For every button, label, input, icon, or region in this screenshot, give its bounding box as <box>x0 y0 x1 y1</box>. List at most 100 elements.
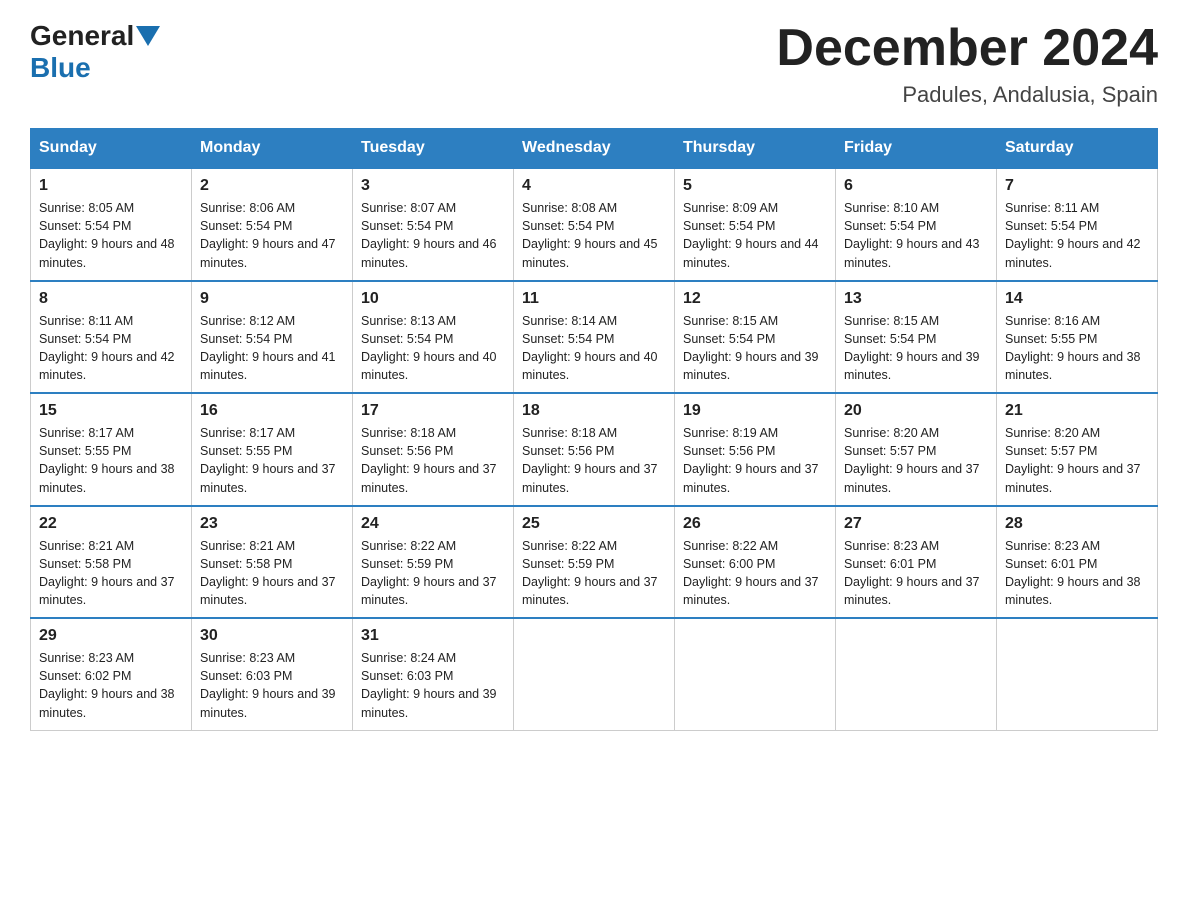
day-number: 17 <box>361 402 505 420</box>
day-number: 29 <box>39 627 183 645</box>
day-info: Sunrise: 8:12 AMSunset: 5:54 PMDaylight:… <box>200 314 336 382</box>
day-number: 7 <box>1005 177 1149 195</box>
day-number: 15 <box>39 402 183 420</box>
calendar-day-cell <box>514 618 675 730</box>
calendar-header-row: SundayMondayTuesdayWednesdayThursdayFrid… <box>31 129 1158 169</box>
calendar-day-cell <box>675 618 836 730</box>
day-number: 2 <box>200 177 344 195</box>
day-info: Sunrise: 8:24 AMSunset: 6:03 PMDaylight:… <box>361 651 497 719</box>
day-info: Sunrise: 8:06 AMSunset: 5:54 PMDaylight:… <box>200 201 336 269</box>
calendar-day-cell: 29 Sunrise: 8:23 AMSunset: 6:02 PMDaylig… <box>31 618 192 730</box>
day-number: 20 <box>844 402 988 420</box>
calendar-title: December 2024 <box>776 20 1158 77</box>
day-number: 8 <box>39 290 183 308</box>
day-number: 9 <box>200 290 344 308</box>
day-number: 18 <box>522 402 666 420</box>
calendar-week-row: 1 Sunrise: 8:05 AMSunset: 5:54 PMDayligh… <box>31 168 1158 281</box>
calendar-day-cell: 1 Sunrise: 8:05 AMSunset: 5:54 PMDayligh… <box>31 168 192 281</box>
calendar-day-cell: 30 Sunrise: 8:23 AMSunset: 6:03 PMDaylig… <box>192 618 353 730</box>
day-info: Sunrise: 8:09 AMSunset: 5:54 PMDaylight:… <box>683 201 819 269</box>
calendar-day-cell: 24 Sunrise: 8:22 AMSunset: 5:59 PMDaylig… <box>353 506 514 619</box>
day-info: Sunrise: 8:07 AMSunset: 5:54 PMDaylight:… <box>361 201 497 269</box>
day-number: 19 <box>683 402 827 420</box>
day-number: 24 <box>361 515 505 533</box>
calendar-day-cell: 15 Sunrise: 8:17 AMSunset: 5:55 PMDaylig… <box>31 393 192 506</box>
calendar-subtitle: Padules, Andalusia, Spain <box>776 82 1158 108</box>
day-info: Sunrise: 8:16 AMSunset: 5:55 PMDaylight:… <box>1005 314 1141 382</box>
calendar-week-row: 29 Sunrise: 8:23 AMSunset: 6:02 PMDaylig… <box>31 618 1158 730</box>
day-number: 16 <box>200 402 344 420</box>
logo-general-text: General <box>30 20 134 52</box>
day-info: Sunrise: 8:11 AMSunset: 5:54 PMDaylight:… <box>39 314 175 382</box>
day-info: Sunrise: 8:22 AMSunset: 5:59 PMDaylight:… <box>522 539 658 607</box>
calendar-header-sunday: Sunday <box>31 129 192 169</box>
day-info: Sunrise: 8:15 AMSunset: 5:54 PMDaylight:… <box>683 314 819 382</box>
calendar-day-cell: 3 Sunrise: 8:07 AMSunset: 5:54 PMDayligh… <box>353 168 514 281</box>
day-number: 11 <box>522 290 666 308</box>
day-number: 13 <box>844 290 988 308</box>
day-number: 21 <box>1005 402 1149 420</box>
day-number: 14 <box>1005 290 1149 308</box>
calendar-day-cell: 26 Sunrise: 8:22 AMSunset: 6:00 PMDaylig… <box>675 506 836 619</box>
day-info: Sunrise: 8:18 AMSunset: 5:56 PMDaylight:… <box>361 426 497 494</box>
day-info: Sunrise: 8:10 AMSunset: 5:54 PMDaylight:… <box>844 201 980 269</box>
calendar-table: SundayMondayTuesdayWednesdayThursdayFrid… <box>30 128 1158 731</box>
calendar-day-cell: 11 Sunrise: 8:14 AMSunset: 5:54 PMDaylig… <box>514 281 675 394</box>
calendar-header-friday: Friday <box>836 129 997 169</box>
calendar-header-saturday: Saturday <box>997 129 1158 169</box>
calendar-header-wednesday: Wednesday <box>514 129 675 169</box>
day-info: Sunrise: 8:11 AMSunset: 5:54 PMDaylight:… <box>1005 201 1141 269</box>
day-info: Sunrise: 8:15 AMSunset: 5:54 PMDaylight:… <box>844 314 980 382</box>
day-number: 27 <box>844 515 988 533</box>
calendar-day-cell: 31 Sunrise: 8:24 AMSunset: 6:03 PMDaylig… <box>353 618 514 730</box>
day-number: 31 <box>361 627 505 645</box>
day-number: 5 <box>683 177 827 195</box>
day-info: Sunrise: 8:23 AMSunset: 6:03 PMDaylight:… <box>200 651 336 719</box>
day-info: Sunrise: 8:20 AMSunset: 5:57 PMDaylight:… <box>844 426 980 494</box>
day-number: 23 <box>200 515 344 533</box>
day-number: 28 <box>1005 515 1149 533</box>
day-number: 3 <box>361 177 505 195</box>
calendar-day-cell: 12 Sunrise: 8:15 AMSunset: 5:54 PMDaylig… <box>675 281 836 394</box>
day-number: 26 <box>683 515 827 533</box>
day-info: Sunrise: 8:08 AMSunset: 5:54 PMDaylight:… <box>522 201 658 269</box>
day-info: Sunrise: 8:13 AMSunset: 5:54 PMDaylight:… <box>361 314 497 382</box>
calendar-day-cell <box>836 618 997 730</box>
calendar-day-cell: 13 Sunrise: 8:15 AMSunset: 5:54 PMDaylig… <box>836 281 997 394</box>
day-info: Sunrise: 8:14 AMSunset: 5:54 PMDaylight:… <box>522 314 658 382</box>
calendar-day-cell: 6 Sunrise: 8:10 AMSunset: 5:54 PMDayligh… <box>836 168 997 281</box>
calendar-day-cell: 14 Sunrise: 8:16 AMSunset: 5:55 PMDaylig… <box>997 281 1158 394</box>
calendar-week-row: 15 Sunrise: 8:17 AMSunset: 5:55 PMDaylig… <box>31 393 1158 506</box>
calendar-day-cell: 20 Sunrise: 8:20 AMSunset: 5:57 PMDaylig… <box>836 393 997 506</box>
day-info: Sunrise: 8:17 AMSunset: 5:55 PMDaylight:… <box>200 426 336 494</box>
day-info: Sunrise: 8:17 AMSunset: 5:55 PMDaylight:… <box>39 426 175 494</box>
logo-blue-text: Blue <box>30 52 91 83</box>
day-number: 4 <box>522 177 666 195</box>
calendar-day-cell: 21 Sunrise: 8:20 AMSunset: 5:57 PMDaylig… <box>997 393 1158 506</box>
day-info: Sunrise: 8:19 AMSunset: 5:56 PMDaylight:… <box>683 426 819 494</box>
calendar-day-cell <box>997 618 1158 730</box>
calendar-day-cell: 7 Sunrise: 8:11 AMSunset: 5:54 PMDayligh… <box>997 168 1158 281</box>
day-number: 22 <box>39 515 183 533</box>
calendar-day-cell: 8 Sunrise: 8:11 AMSunset: 5:54 PMDayligh… <box>31 281 192 394</box>
calendar-day-cell: 23 Sunrise: 8:21 AMSunset: 5:58 PMDaylig… <box>192 506 353 619</box>
day-info: Sunrise: 8:21 AMSunset: 5:58 PMDaylight:… <box>39 539 175 607</box>
calendar-day-cell: 16 Sunrise: 8:17 AMSunset: 5:55 PMDaylig… <box>192 393 353 506</box>
day-info: Sunrise: 8:20 AMSunset: 5:57 PMDaylight:… <box>1005 426 1141 494</box>
calendar-day-cell: 28 Sunrise: 8:23 AMSunset: 6:01 PMDaylig… <box>997 506 1158 619</box>
day-number: 10 <box>361 290 505 308</box>
day-info: Sunrise: 8:23 AMSunset: 6:02 PMDaylight:… <box>39 651 175 719</box>
calendar-day-cell: 9 Sunrise: 8:12 AMSunset: 5:54 PMDayligh… <box>192 281 353 394</box>
calendar-day-cell: 27 Sunrise: 8:23 AMSunset: 6:01 PMDaylig… <box>836 506 997 619</box>
day-info: Sunrise: 8:23 AMSunset: 6:01 PMDaylight:… <box>1005 539 1141 607</box>
day-info: Sunrise: 8:22 AMSunset: 5:59 PMDaylight:… <box>361 539 497 607</box>
day-info: Sunrise: 8:23 AMSunset: 6:01 PMDaylight:… <box>844 539 980 607</box>
calendar-day-cell: 18 Sunrise: 8:18 AMSunset: 5:56 PMDaylig… <box>514 393 675 506</box>
day-number: 6 <box>844 177 988 195</box>
page-header: General Blue December 2024 Padules, Anda… <box>30 20 1158 108</box>
calendar-day-cell: 17 Sunrise: 8:18 AMSunset: 5:56 PMDaylig… <box>353 393 514 506</box>
day-number: 1 <box>39 177 183 195</box>
calendar-day-cell: 2 Sunrise: 8:06 AMSunset: 5:54 PMDayligh… <box>192 168 353 281</box>
calendar-header-thursday: Thursday <box>675 129 836 169</box>
calendar-day-cell: 19 Sunrise: 8:19 AMSunset: 5:56 PMDaylig… <box>675 393 836 506</box>
